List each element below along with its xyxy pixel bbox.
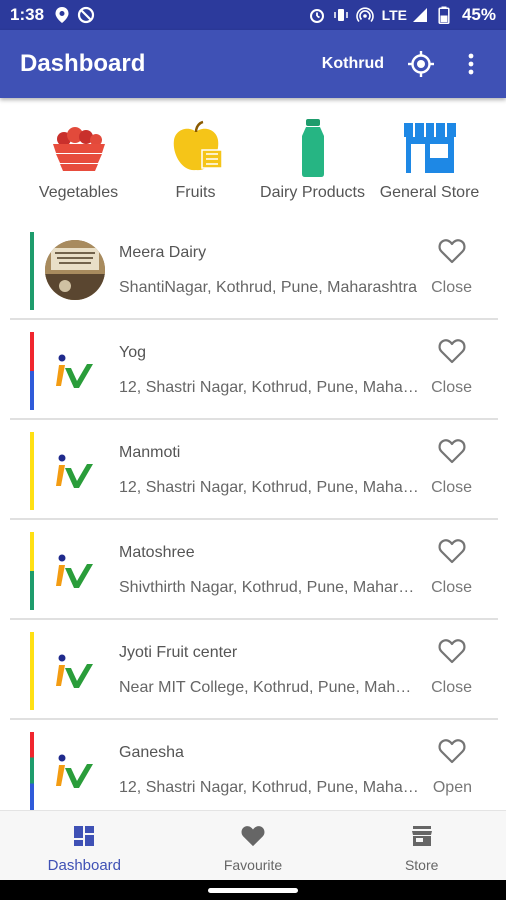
store-name: Manmoti: [119, 444, 181, 461]
category-label: Dairy Products: [260, 184, 365, 201]
nav-dashboard[interactable]: Dashboard: [0, 811, 169, 880]
do-not-disturb-icon: [76, 5, 96, 25]
store-open-status: Close: [431, 279, 472, 296]
store-address: 12, Shastri Nagar, Kothrud, Pune, Mahara…: [119, 379, 419, 396]
store-address: ShantiNagar, Kothrud, Pune, Maharashtra: [119, 279, 417, 296]
store-open-status: Close: [431, 579, 472, 596]
favourite-heart-icon[interactable]: [438, 438, 466, 464]
accent-bar: [30, 232, 34, 310]
home-gesture-handle[interactable]: [208, 888, 298, 893]
nav-label: Store: [404, 857, 439, 873]
storefront-icon: [409, 823, 435, 849]
list-item[interactable]: Jyoti Fruit center Near MIT College, Kot…: [10, 620, 498, 720]
favourite-heart-icon[interactable]: [438, 638, 466, 664]
dashboard-icon: [71, 823, 97, 849]
apple-icon: [166, 118, 226, 178]
vibrate-icon: [331, 5, 351, 25]
list-item[interactable]: Yog 12, Shastri Nagar, Kothrud, Pune, Ma…: [10, 320, 498, 420]
store-name: Matoshree: [119, 544, 195, 561]
accent-bar: [30, 732, 34, 810]
more-options-icon[interactable]: [456, 49, 486, 79]
status-bar: 1:38 LTE 45%: [0, 0, 506, 30]
store-open-status: Close: [431, 679, 472, 696]
store-open-status: Close: [431, 479, 472, 496]
store-logo-icon: [45, 640, 105, 700]
store-logo-icon: [45, 340, 105, 400]
nav-label: Dashboard: [47, 857, 122, 874]
app-bar: Dashboard Kothrud: [0, 30, 506, 98]
store-name: Meera Dairy: [119, 244, 207, 261]
store-address: 12, Shastri Nagar, Kothrud, Pune, Mahara…: [119, 779, 419, 796]
category-label: General Store: [379, 184, 480, 201]
list-item[interactable]: Meera Dairy ShantiNagar, Kothrud, Pune, …: [10, 220, 498, 320]
nav-label: Favourite: [223, 857, 283, 873]
category-label: Vegetables: [38, 184, 119, 201]
gps-locate-icon[interactable]: [406, 49, 436, 79]
status-right-group: LTE 45%: [307, 5, 496, 25]
location-pin-icon: [52, 5, 72, 25]
favourite-heart-icon[interactable]: [438, 238, 466, 264]
network-type: LTE: [381, 7, 407, 23]
category-label: Fruits: [175, 184, 216, 201]
accent-bar: [30, 332, 34, 410]
accent-bar: [30, 432, 34, 510]
current-location-label[interactable]: Kothrud: [322, 55, 384, 73]
battery-icon: [434, 5, 454, 25]
store-logo-icon: [45, 740, 105, 800]
page-title: Dashboard: [20, 50, 146, 77]
status-time: 1:38: [10, 5, 45, 24]
list-item[interactable]: Matoshree Shivthirth Nagar, Kothrud, Pun…: [10, 520, 498, 620]
favourite-heart-icon[interactable]: [438, 538, 466, 564]
list-item[interactable]: Manmoti 12, Shastri Nagar, Kothrud, Pune…: [10, 420, 498, 520]
heart-icon: [240, 823, 266, 849]
nav-favourite[interactable]: Favourite: [169, 811, 338, 880]
battery-percent: 45%: [461, 5, 496, 24]
milk-bottle-icon: [283, 118, 343, 178]
store-address: Shivthirth Nagar, Kothrud, Pune, Maharas…: [119, 579, 419, 596]
favourite-heart-icon[interactable]: [438, 338, 466, 364]
store-address: Near MIT College, Kothrud, Pune, Maharas…: [119, 679, 419, 696]
vegetable-basket-icon: [49, 118, 109, 178]
store-logo-icon: [45, 440, 105, 500]
bottom-navigation: Dashboard Favourite Store: [0, 810, 506, 880]
category-fruits[interactable]: Fruits: [137, 110, 254, 210]
store-icon: [400, 118, 460, 178]
signal-icon: [410, 5, 430, 25]
store-name: Yog: [119, 344, 146, 361]
favourite-heart-icon[interactable]: [438, 738, 466, 764]
nav-store[interactable]: Store: [337, 811, 506, 880]
hotspot-icon: [355, 5, 375, 25]
accent-bar: [30, 532, 34, 610]
store-list: Meera Dairy ShantiNagar, Kothrud, Pune, …: [10, 220, 498, 820]
category-general-store[interactable]: General Store: [371, 110, 488, 210]
store-address: 12, Shastri Nagar, Kothrud, Pune, Mahara…: [119, 479, 419, 496]
store-name: Jyoti Fruit center: [119, 644, 238, 661]
store-name: Ganesha: [119, 744, 184, 761]
store-open-status: Close: [431, 379, 472, 396]
system-navigation-bar: [0, 880, 506, 900]
list-item[interactable]: Ganesha 12, Shastri Nagar, Kothrud, Pune…: [10, 720, 498, 820]
store-open-status: Open: [432, 779, 472, 796]
store-logo-icon: [45, 540, 105, 600]
category-vegetables[interactable]: Vegetables: [20, 110, 137, 210]
store-thumbnail: [45, 240, 105, 300]
accent-bar: [30, 632, 34, 710]
alarm-icon: [307, 5, 327, 25]
category-dairy-products[interactable]: Dairy Products: [254, 110, 371, 210]
category-row: Vegetables Fruits Dairy Products General…: [0, 110, 506, 210]
